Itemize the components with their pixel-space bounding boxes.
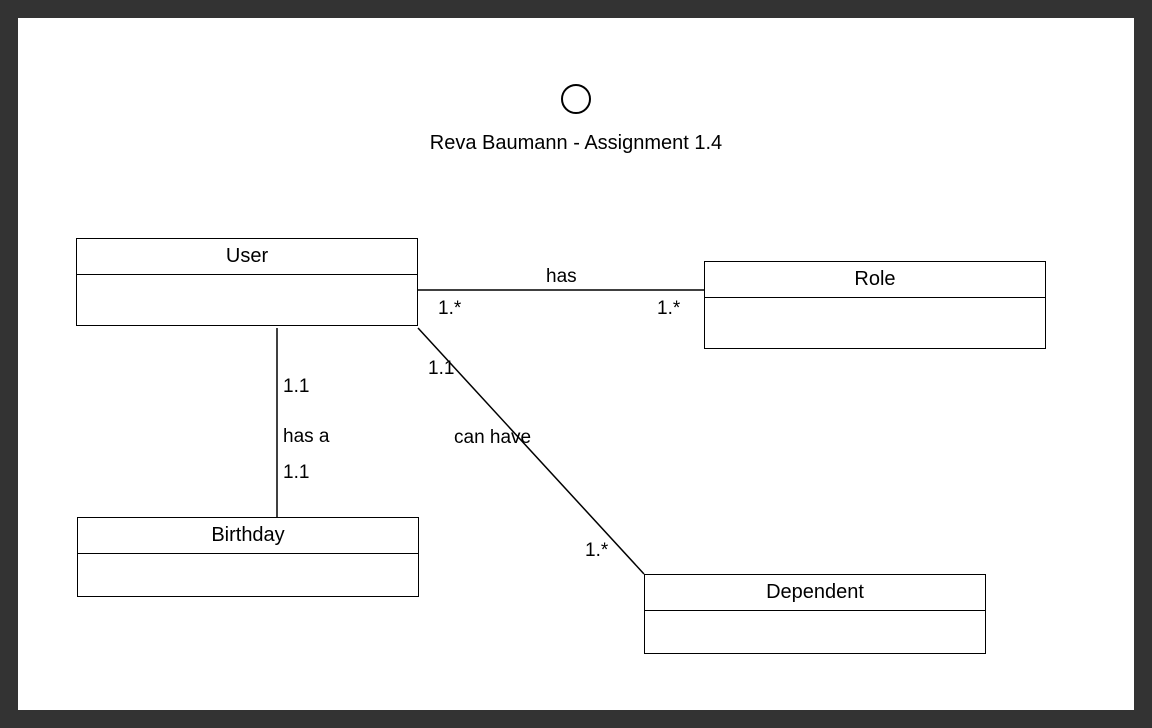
rel-user-dependent-label: can have — [454, 427, 531, 449]
entity-dependent: Dependent — [644, 574, 986, 654]
diagram-canvas: Reva Baumann - Assignment 1.4 User Role … — [18, 18, 1134, 710]
rel-user-birthday-mult-bottom: 1.1 — [283, 462, 309, 484]
entity-birthday-name: Birthday — [78, 518, 418, 554]
rel-user-birthday-label: has a — [283, 426, 329, 448]
entity-birthday: Birthday — [77, 517, 419, 597]
entity-role: Role — [704, 261, 1046, 349]
entity-user-name: User — [77, 239, 417, 275]
entity-dependent-body — [645, 611, 985, 653]
entity-user-body — [77, 275, 417, 325]
entity-dependent-name: Dependent — [645, 575, 985, 611]
entity-role-name: Role — [705, 262, 1045, 298]
entity-birthday-body — [78, 554, 418, 596]
rel-user-role-mult-left: 1.* — [438, 298, 461, 320]
rel-user-birthday-mult-top: 1.1 — [283, 376, 309, 398]
entity-user: User — [76, 238, 418, 326]
rel-user-role-mult-right: 1.* — [657, 298, 680, 320]
entity-role-body — [705, 298, 1045, 348]
rel-user-dependent-mult-top: 1.1 — [428, 358, 454, 380]
rel-user-dependent-mult-bottom: 1.* — [585, 540, 608, 562]
diagram-title: Reva Baumann - Assignment 1.4 — [18, 132, 1134, 155]
circle-icon — [561, 84, 591, 114]
rel-user-role-label: has — [546, 266, 577, 288]
